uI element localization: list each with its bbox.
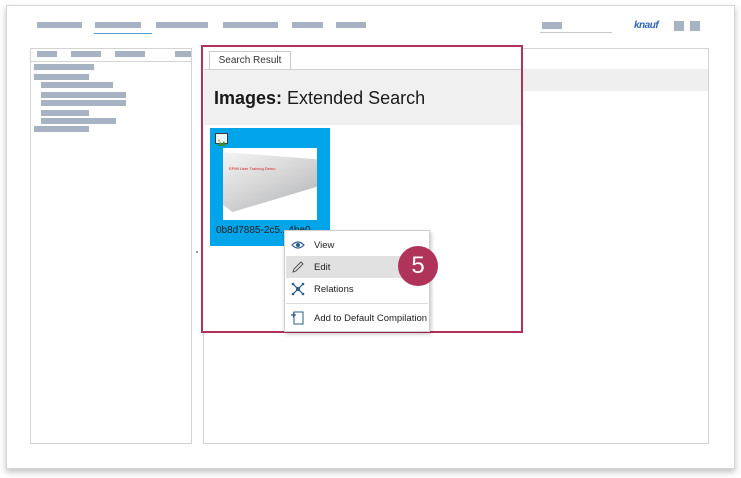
menu-item-view-label: View: [314, 240, 335, 251]
tree-item[interactable]: [41, 110, 89, 116]
nav-item-6[interactable]: [336, 22, 366, 28]
left-tab-3[interactable]: [115, 51, 145, 57]
menu-divider: [286, 303, 428, 304]
tree-item[interactable]: [41, 118, 116, 124]
panel-splitter[interactable]: [196, 251, 198, 253]
nav-item-2[interactable]: [95, 22, 141, 28]
search-input[interactable]: [540, 22, 612, 33]
step-number-badge: 5: [398, 246, 438, 286]
tree-item[interactable]: [34, 64, 94, 70]
menu-icon[interactable]: [690, 21, 700, 31]
tree-item[interactable]: [41, 100, 126, 106]
menu-item-relations-label: Relations: [314, 284, 354, 295]
tree-item[interactable]: [41, 92, 126, 98]
left-tab-4[interactable]: [175, 51, 191, 57]
left-panel: [30, 48, 192, 444]
left-tab-1[interactable]: [37, 51, 57, 57]
left-tab-2[interactable]: [71, 51, 101, 57]
nav-item-5[interactable]: [292, 22, 323, 28]
menu-item-add-to-compilation-label: Add to Default Compilation: [314, 313, 428, 324]
relations-icon: [290, 281, 306, 297]
brand-logo: knauf: [634, 20, 659, 31]
pencil-icon: [290, 259, 306, 275]
menu-item-edit-label: Edit: [314, 262, 331, 273]
compilation-icon: [290, 310, 306, 326]
nav-item-3[interactable]: [156, 22, 208, 28]
nav-item-1[interactable]: [37, 22, 82, 28]
tree-item[interactable]: [41, 82, 113, 88]
tree-item[interactable]: [34, 126, 89, 132]
eye-icon: [290, 237, 306, 253]
search-input-value: [542, 22, 562, 29]
left-panel-tabs: [31, 49, 191, 62]
tree-item[interactable]: [34, 74, 89, 80]
user-icon[interactable]: [674, 21, 684, 31]
active-nav-underline: [94, 33, 152, 34]
nav-item-4[interactable]: [223, 22, 278, 28]
menu-item-add-to-compilation[interactable]: Add to Default Compilation: [286, 307, 428, 329]
